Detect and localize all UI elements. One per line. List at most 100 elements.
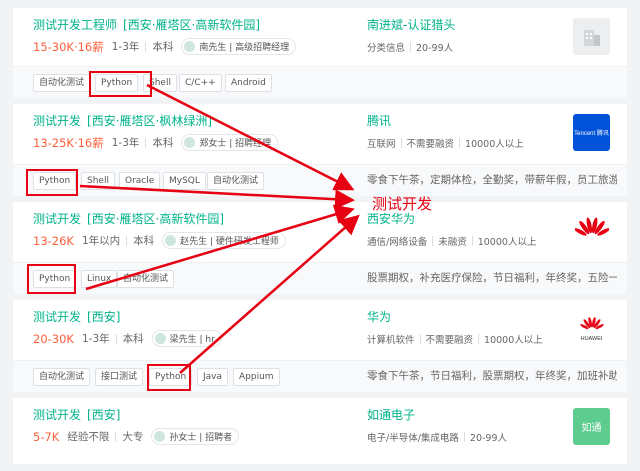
recruiter-chip[interactable]: 南先生 | 高级招聘经理 <box>181 38 297 55</box>
highlight-box <box>89 71 152 97</box>
salary: 5-7K <box>33 429 60 444</box>
salary: 20-30K <box>33 331 74 346</box>
recruiter-chip[interactable]: 郑女士 | 招聘经理 <box>181 134 279 151</box>
divider <box>145 137 147 148</box>
company-info: 电子/半导体/集成电路 20-99人 <box>367 430 507 444</box>
divider <box>400 138 402 148</box>
salary: 15-30K·16薪 <box>33 39 104 54</box>
job-location: [西安·雁塔区·高新软件园] <box>123 18 261 32</box>
company-industry: 分类信息 <box>367 43 406 54</box>
job-title-line[interactable]: 测试开发工程师 [西安·雁塔区·高新软件园] <box>33 16 260 33</box>
divider <box>419 334 421 344</box>
job-title[interactable]: 测试开发 <box>33 114 81 128</box>
benefits: 零食下午茶，节日福利，股票期权，年终奖，加班补助，... <box>367 370 617 382</box>
education: 大专 <box>122 431 144 443</box>
tag[interactable]: 自动化测试 <box>33 368 91 386</box>
divider <box>432 236 434 246</box>
job-location: [西安] <box>87 310 121 324</box>
tag[interactable]: Shell <box>81 172 115 190</box>
company-industry: 互联网 <box>367 139 396 150</box>
tag[interactable]: Java <box>197 368 229 386</box>
company-size: 10000人以上 <box>477 237 537 248</box>
education: 本科 <box>152 137 174 149</box>
divider <box>115 431 117 442</box>
job-title[interactable]: 测试开发工程师 <box>33 18 117 32</box>
experience: 1-3年 <box>81 333 110 345</box>
divider <box>463 432 465 442</box>
company-funding: 不需要融资 <box>425 335 474 346</box>
company-info: 通信/网络设备 未融资 10000人以上 <box>367 234 536 248</box>
job-location: [西安·雁塔区·高新软件园] <box>87 212 225 226</box>
tag[interactable]: Appium <box>233 368 280 386</box>
recruiter-chip[interactable]: 赵先生 | 硬件研发工程师 <box>162 232 286 249</box>
job-title-line[interactable]: 测试开发 [西安·雁塔区·枫林绿洲] <box>33 112 212 129</box>
job-card[interactable]: 测试开发 [西安] 20-30K 1-3年 本科 梁先生 | hr 华为 计算机软… <box>13 300 627 392</box>
benefits: 零食下午茶，定期体检，全勤奖，带薪年假，员工旅游，... <box>367 174 617 186</box>
tag[interactable]: C/C++ <box>179 74 222 92</box>
job-card[interactable]: 测试开发 [西安·雁塔区·高新软件园] 13-26K 1年以内 本科 赵先生 | … <box>13 202 627 294</box>
company-name[interactable]: 腾讯 <box>367 112 391 129</box>
company-size: 10000人以上 <box>465 139 524 150</box>
divider <box>115 333 117 344</box>
logo-text: HUAWEI <box>580 335 603 342</box>
tag[interactable]: 接口测试 <box>95 368 144 386</box>
company-industry: 电子/半导体/集成电路 <box>367 433 459 444</box>
recruiter-chip[interactable]: 梁先生 | hr <box>151 330 222 347</box>
tag[interactable]: 自动化测试 <box>117 270 175 288</box>
huawei-logo-icon[interactable]: HUAWEI <box>573 310 610 347</box>
huawei-icon[interactable] <box>573 212 610 249</box>
tag[interactable]: Linux <box>81 270 118 288</box>
tag[interactable]: 自动化测试 <box>207 172 265 190</box>
building-icon[interactable] <box>573 18 610 55</box>
job-title[interactable]: 测试开发 <box>33 212 81 226</box>
job-meta: 15-30K·16薪 1-3年 本科 南先生 | 高级招聘经理 <box>33 38 297 55</box>
recruiter-text: 郑女士 | 招聘经理 <box>199 139 272 149</box>
tencent-logo-icon[interactable]: Tencent 腾讯 <box>573 114 610 151</box>
recruiter-chip[interactable]: 孙女士 | 招聘者 <box>151 428 240 445</box>
job-meta: 5-7K 经验不限 大专 孙女士 | 招聘者 <box>33 428 240 445</box>
job-title-line[interactable]: 测试开发 [西安] <box>33 406 120 423</box>
job-meta: 13-26K 1年以内 本科 赵先生 | 硬件研发工程师 <box>33 232 286 249</box>
job-card[interactable]: 测试开发 [西安] 5-7K 经验不限 大专 孙女士 | 招聘者 如通电子 电子/… <box>13 398 627 464</box>
company-name[interactable]: 华为 <box>367 308 391 325</box>
tag[interactable]: Android <box>225 74 272 92</box>
benefits: 股票期权，补充医疗保险，节日福利，年终奖，五险一金... <box>367 272 617 284</box>
company-info: 计算机软件 不需要融资 10000人以上 <box>367 332 543 346</box>
highlight-box <box>147 364 191 391</box>
experience: 1-3年 <box>111 137 140 149</box>
job-location: [西安·雁塔区·枫林绿洲] <box>87 114 213 128</box>
job-title-line[interactable]: 测试开发 [西安] <box>33 308 120 325</box>
logo-text: 如通 <box>581 423 602 434</box>
company-name[interactable]: 南进斌-认证猎头 <box>367 16 455 33</box>
divider <box>459 138 461 148</box>
company-funding: 未融资 <box>438 237 467 248</box>
experience: 经验不限 <box>67 431 110 443</box>
avatar <box>165 235 177 246</box>
recruiter-text: 赵先生 | 硬件研发工程师 <box>180 237 279 247</box>
job-title-line[interactable]: 测试开发 [西安·雁塔区·高新软件园] <box>33 210 224 227</box>
job-title[interactable]: 测试开发 <box>33 408 81 422</box>
avatar <box>184 137 196 148</box>
company-name[interactable]: 如通电子 <box>367 406 415 423</box>
highlight-box <box>26 169 78 196</box>
company-size: 20-99人 <box>416 43 454 54</box>
job-meta: 13-25K·16薪 1-3年 本科 郑女士 | 招聘经理 <box>33 134 279 151</box>
tag[interactable]: 自动化测试 <box>33 74 91 92</box>
salary: 13-26K <box>33 233 74 248</box>
education: 本科 <box>152 41 174 53</box>
company-funding: 不需要融资 <box>406 139 455 150</box>
avatar <box>184 41 196 52</box>
job-location: [西安] <box>87 408 121 422</box>
job-card[interactable]: 测试开发 [西安·雁塔区·枫林绿洲] 13-25K·16薪 1-3年 本科 郑女士… <box>13 104 627 196</box>
divider <box>410 42 412 52</box>
company-info: 分类信息 20-99人 <box>367 40 453 54</box>
avatar <box>154 431 166 442</box>
salary: 13-25K·16薪 <box>33 135 104 150</box>
recruiter-text: 孙女士 | 招聘者 <box>169 433 233 443</box>
tag[interactable]: Oracle <box>119 172 161 190</box>
job-title[interactable]: 测试开发 <box>33 310 81 324</box>
logo-text: Tencent 腾讯 <box>574 131 609 137</box>
tag[interactable]: MySQL <box>163 172 206 190</box>
rutong-logo-icon[interactable]: 如通 <box>573 408 610 445</box>
divider <box>471 236 473 246</box>
